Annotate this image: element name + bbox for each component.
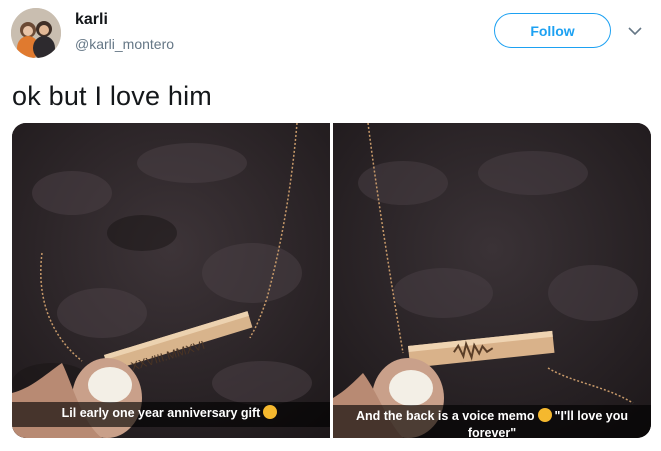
snap-caption-right: And the back is a voice memo "I'll love y…	[333, 405, 651, 438]
crying-emoji	[537, 408, 552, 422]
snap-caption-left: Lil early one year anniversary gift	[12, 402, 330, 427]
follow-button[interactable]: Follow	[494, 13, 611, 48]
tweet-media[interactable]: VIII.XXVIII.MMXVI Lil early one year ann…	[12, 123, 651, 438]
heart-eyes-emoji	[263, 405, 278, 419]
photo-left[interactable]: VIII.XXVIII.MMXVI Lil early one year ann…	[12, 123, 330, 438]
avatar[interactable]	[11, 8, 61, 58]
left-caption-text: Lil early one year anniversary gift	[61, 406, 261, 420]
right-caption-line2: forever"	[467, 426, 517, 438]
chevron-down-icon[interactable]	[626, 22, 644, 40]
display-name[interactable]: karli	[75, 11, 108, 29]
photo-right[interactable]: And the back is a voice memo "I'll love y…	[333, 123, 651, 438]
tweet-text: ok but I love him	[12, 81, 212, 111]
right-caption-quote: "I'll love you	[554, 409, 629, 423]
user-handle[interactable]: @karli_montero	[75, 36, 174, 52]
tweet-header: karli @karli_montero Follow	[0, 0, 661, 70]
right-caption-text: And the back is a voice memo	[355, 409, 535, 423]
